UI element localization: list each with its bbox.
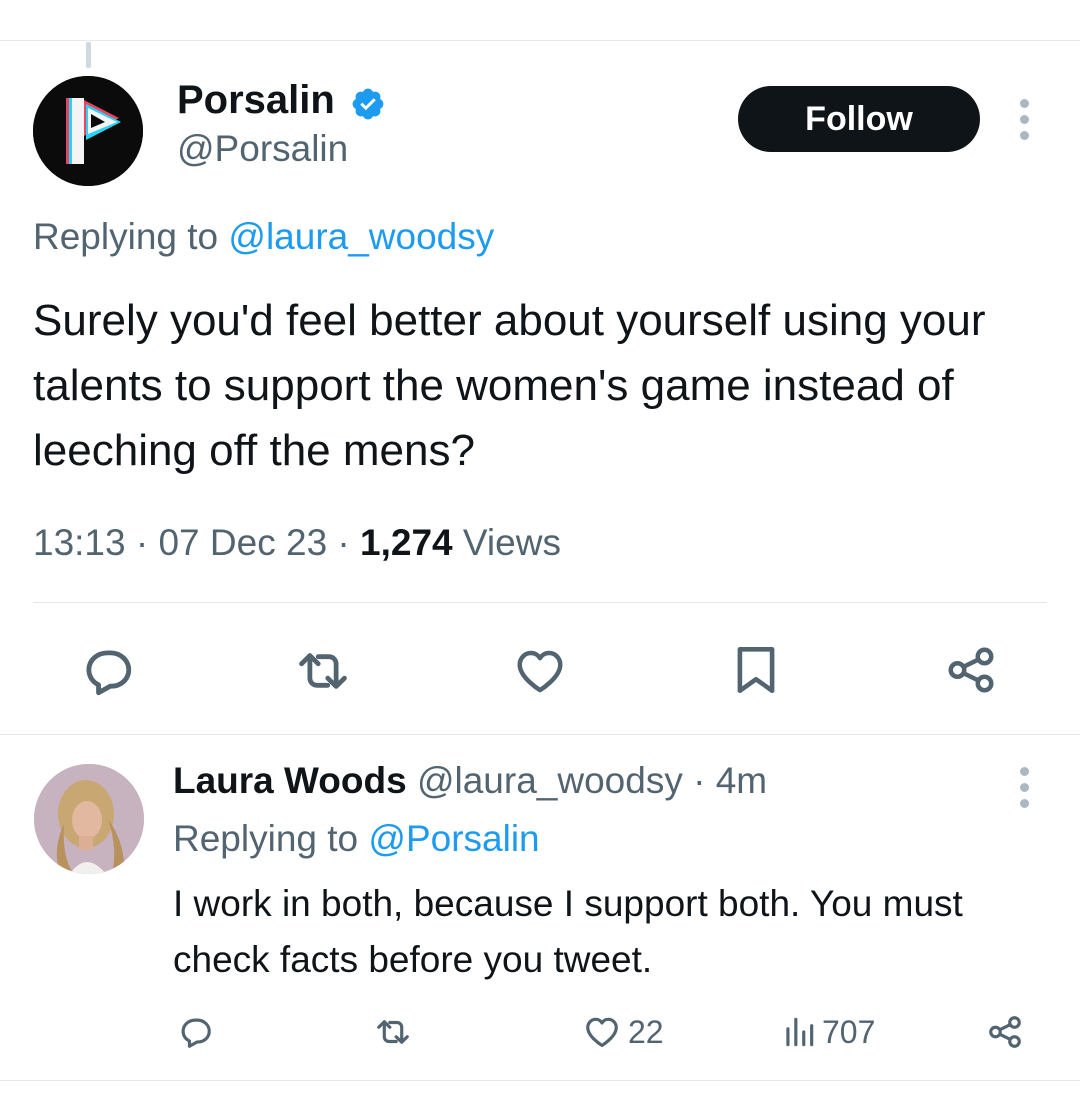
tweet-author-name[interactable]: Porsalin xyxy=(177,78,335,123)
reply-views-count: 707 xyxy=(822,1013,876,1050)
tweet-views-count[interactable]: 1,274 xyxy=(360,522,453,563)
tweet-views-label: Views xyxy=(462,522,561,563)
top-divider xyxy=(0,40,1080,41)
tweet-time[interactable]: 13:13 xyxy=(33,522,126,563)
replying-to-mention[interactable]: @laura_woodsy xyxy=(228,216,494,257)
reply-like-count: 22 xyxy=(628,1013,664,1050)
reply-header: Laura Woods @laura_woodsy · 4m xyxy=(173,760,768,801)
tweet-date[interactable]: 07 Dec 23 xyxy=(158,522,327,563)
heart-icon xyxy=(586,1017,618,1048)
reply-more-options-icon[interactable] xyxy=(1014,767,1034,808)
tweet-text: Surely you'd feel better about yourself … xyxy=(33,296,986,475)
reply-replying-to-line: Replying to @Porsalin xyxy=(173,818,540,860)
porsalin-avatar[interactable] xyxy=(33,76,143,186)
thread-connector-line xyxy=(86,42,91,68)
laura-woods-avatar[interactable] xyxy=(34,764,144,874)
tweet-author-handle[interactable]: @Porsalin xyxy=(177,128,348,170)
metadata-divider xyxy=(33,602,1047,603)
reply-text: I work in both, because I support both. … xyxy=(173,883,963,980)
retweet-icon[interactable] xyxy=(292,642,354,700)
porsalin-logo-icon xyxy=(33,76,143,186)
reply-replying-to-mention[interactable]: @Porsalin xyxy=(368,818,539,859)
bottom-divider xyxy=(0,1080,1080,1081)
tweet-separator xyxy=(0,734,1080,735)
reply-replying-prefix: Replying to xyxy=(173,818,369,859)
reply-share-button[interactable] xyxy=(986,1013,1024,1051)
reply-icon xyxy=(181,1018,211,1048)
follow-button[interactable]: Follow xyxy=(738,86,980,152)
reply-author-name[interactable]: Laura Woods xyxy=(173,760,407,801)
bookmark-icon[interactable] xyxy=(733,642,779,698)
reply-reply-button[interactable] xyxy=(176,1013,214,1051)
replying-to-line: Replying to @laura_woodsy xyxy=(33,216,494,258)
views-icon xyxy=(786,1017,814,1047)
verified-badge-icon xyxy=(352,88,384,120)
replying-prefix: Replying to xyxy=(33,216,229,257)
tweet-metadata: 13:13 · 07 Dec 23 · 1,274 Views xyxy=(33,522,561,563)
reply-icon[interactable] xyxy=(78,642,136,700)
share-icon[interactable] xyxy=(944,642,998,698)
reply-views-button[interactable]: 707 xyxy=(782,1013,875,1051)
reply-retweet-button[interactable] xyxy=(372,1013,414,1051)
reply-time[interactable]: 4m xyxy=(716,760,767,801)
profile-photo-icon xyxy=(34,764,144,874)
more-options-icon[interactable] xyxy=(1014,99,1034,140)
heart-icon[interactable] xyxy=(512,644,568,698)
retweet-icon xyxy=(377,1020,409,1044)
reply-author-handle[interactable]: @laura_woodsy xyxy=(417,760,683,801)
reply-like-button[interactable]: 22 xyxy=(582,1013,664,1051)
share-icon xyxy=(989,1016,1021,1048)
